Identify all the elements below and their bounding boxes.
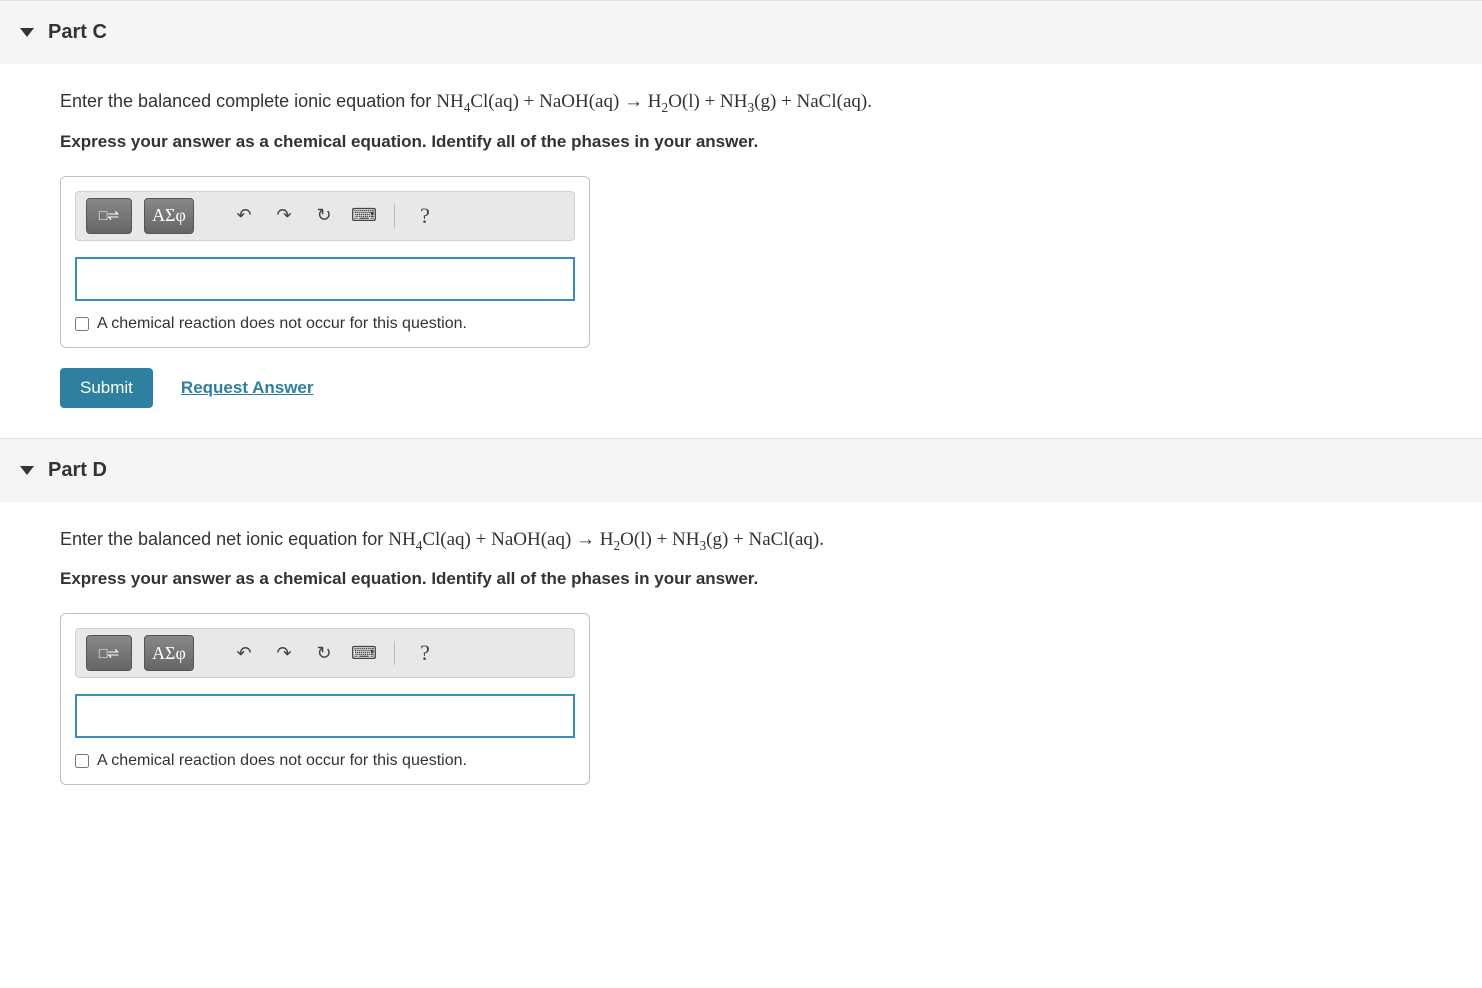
question-prompt: Enter the balanced net ionic equation fo… — [60, 526, 1422, 556]
greek-symbols-button[interactable]: ΑΣφ — [144, 198, 194, 234]
greek-symbols-button[interactable]: ΑΣφ — [144, 635, 194, 671]
undo-button[interactable]: ↶ — [230, 202, 258, 230]
request-answer-link[interactable]: Request Answer — [181, 378, 314, 398]
no-reaction-label: A chemical reaction does not occur for t… — [97, 315, 467, 333]
template-button[interactable]: □⇌ — [86, 198, 132, 234]
undo-button[interactable]: ↶ — [230, 639, 258, 667]
help-button[interactable]: ? — [411, 639, 439, 667]
collapse-caret-icon[interactable] — [20, 28, 34, 37]
equation-toolbar: □⇌ ΑΣφ ↶ ↷ ↻ ⌨ ? — [75, 628, 575, 678]
redo-button[interactable]: ↷ — [270, 639, 298, 667]
answer-instruction: Express your answer as a chemical equati… — [60, 132, 1422, 152]
no-reaction-label: A chemical reaction does not occur for t… — [97, 752, 467, 770]
part-header[interactable]: Part C — [0, 0, 1482, 64]
chemical-equation: NH4Cl(aq) + NaOH(aq) → H2O(l) + NH3(g) +… — [436, 91, 872, 112]
answer-input[interactable] — [75, 694, 575, 738]
template-button[interactable]: □⇌ — [86, 635, 132, 671]
part-title: Part D — [48, 459, 107, 482]
answer-box: □⇌ ΑΣφ ↶ ↷ ↻ ⌨ ? A chemical reaction doe… — [60, 613, 590, 785]
answer-input[interactable] — [75, 257, 575, 301]
no-reaction-checkbox[interactable] — [75, 754, 89, 768]
reset-button[interactable]: ↻ — [310, 202, 338, 230]
collapse-caret-icon[interactable] — [20, 466, 34, 475]
toolbar-separator — [394, 204, 395, 228]
help-button[interactable]: ? — [411, 202, 439, 230]
part-title: Part C — [48, 21, 107, 44]
question-prompt: Enter the balanced complete ionic equati… — [60, 88, 1422, 118]
answer-instruction: Express your answer as a chemical equati… — [60, 569, 1422, 589]
submit-button[interactable]: Submit — [60, 368, 153, 408]
redo-button[interactable]: ↷ — [270, 202, 298, 230]
actions-row: Submit Request Answer — [60, 368, 1422, 408]
toolbar-separator — [394, 641, 395, 665]
keyboard-button[interactable]: ⌨ — [350, 639, 378, 667]
answer-box: □⇌ ΑΣφ ↶ ↷ ↻ ⌨ ? A chemical reaction doe… — [60, 176, 590, 348]
keyboard-button[interactable]: ⌨ — [350, 202, 378, 230]
reset-button[interactable]: ↻ — [310, 639, 338, 667]
equation-toolbar: □⇌ ΑΣφ ↶ ↷ ↻ ⌨ ? — [75, 191, 575, 241]
no-reaction-checkbox[interactable] — [75, 317, 89, 331]
part-header[interactable]: Part D — [0, 438, 1482, 502]
chemical-equation: NH4Cl(aq) + NaOH(aq) → H2O(l) + NH3(g) +… — [388, 529, 824, 550]
